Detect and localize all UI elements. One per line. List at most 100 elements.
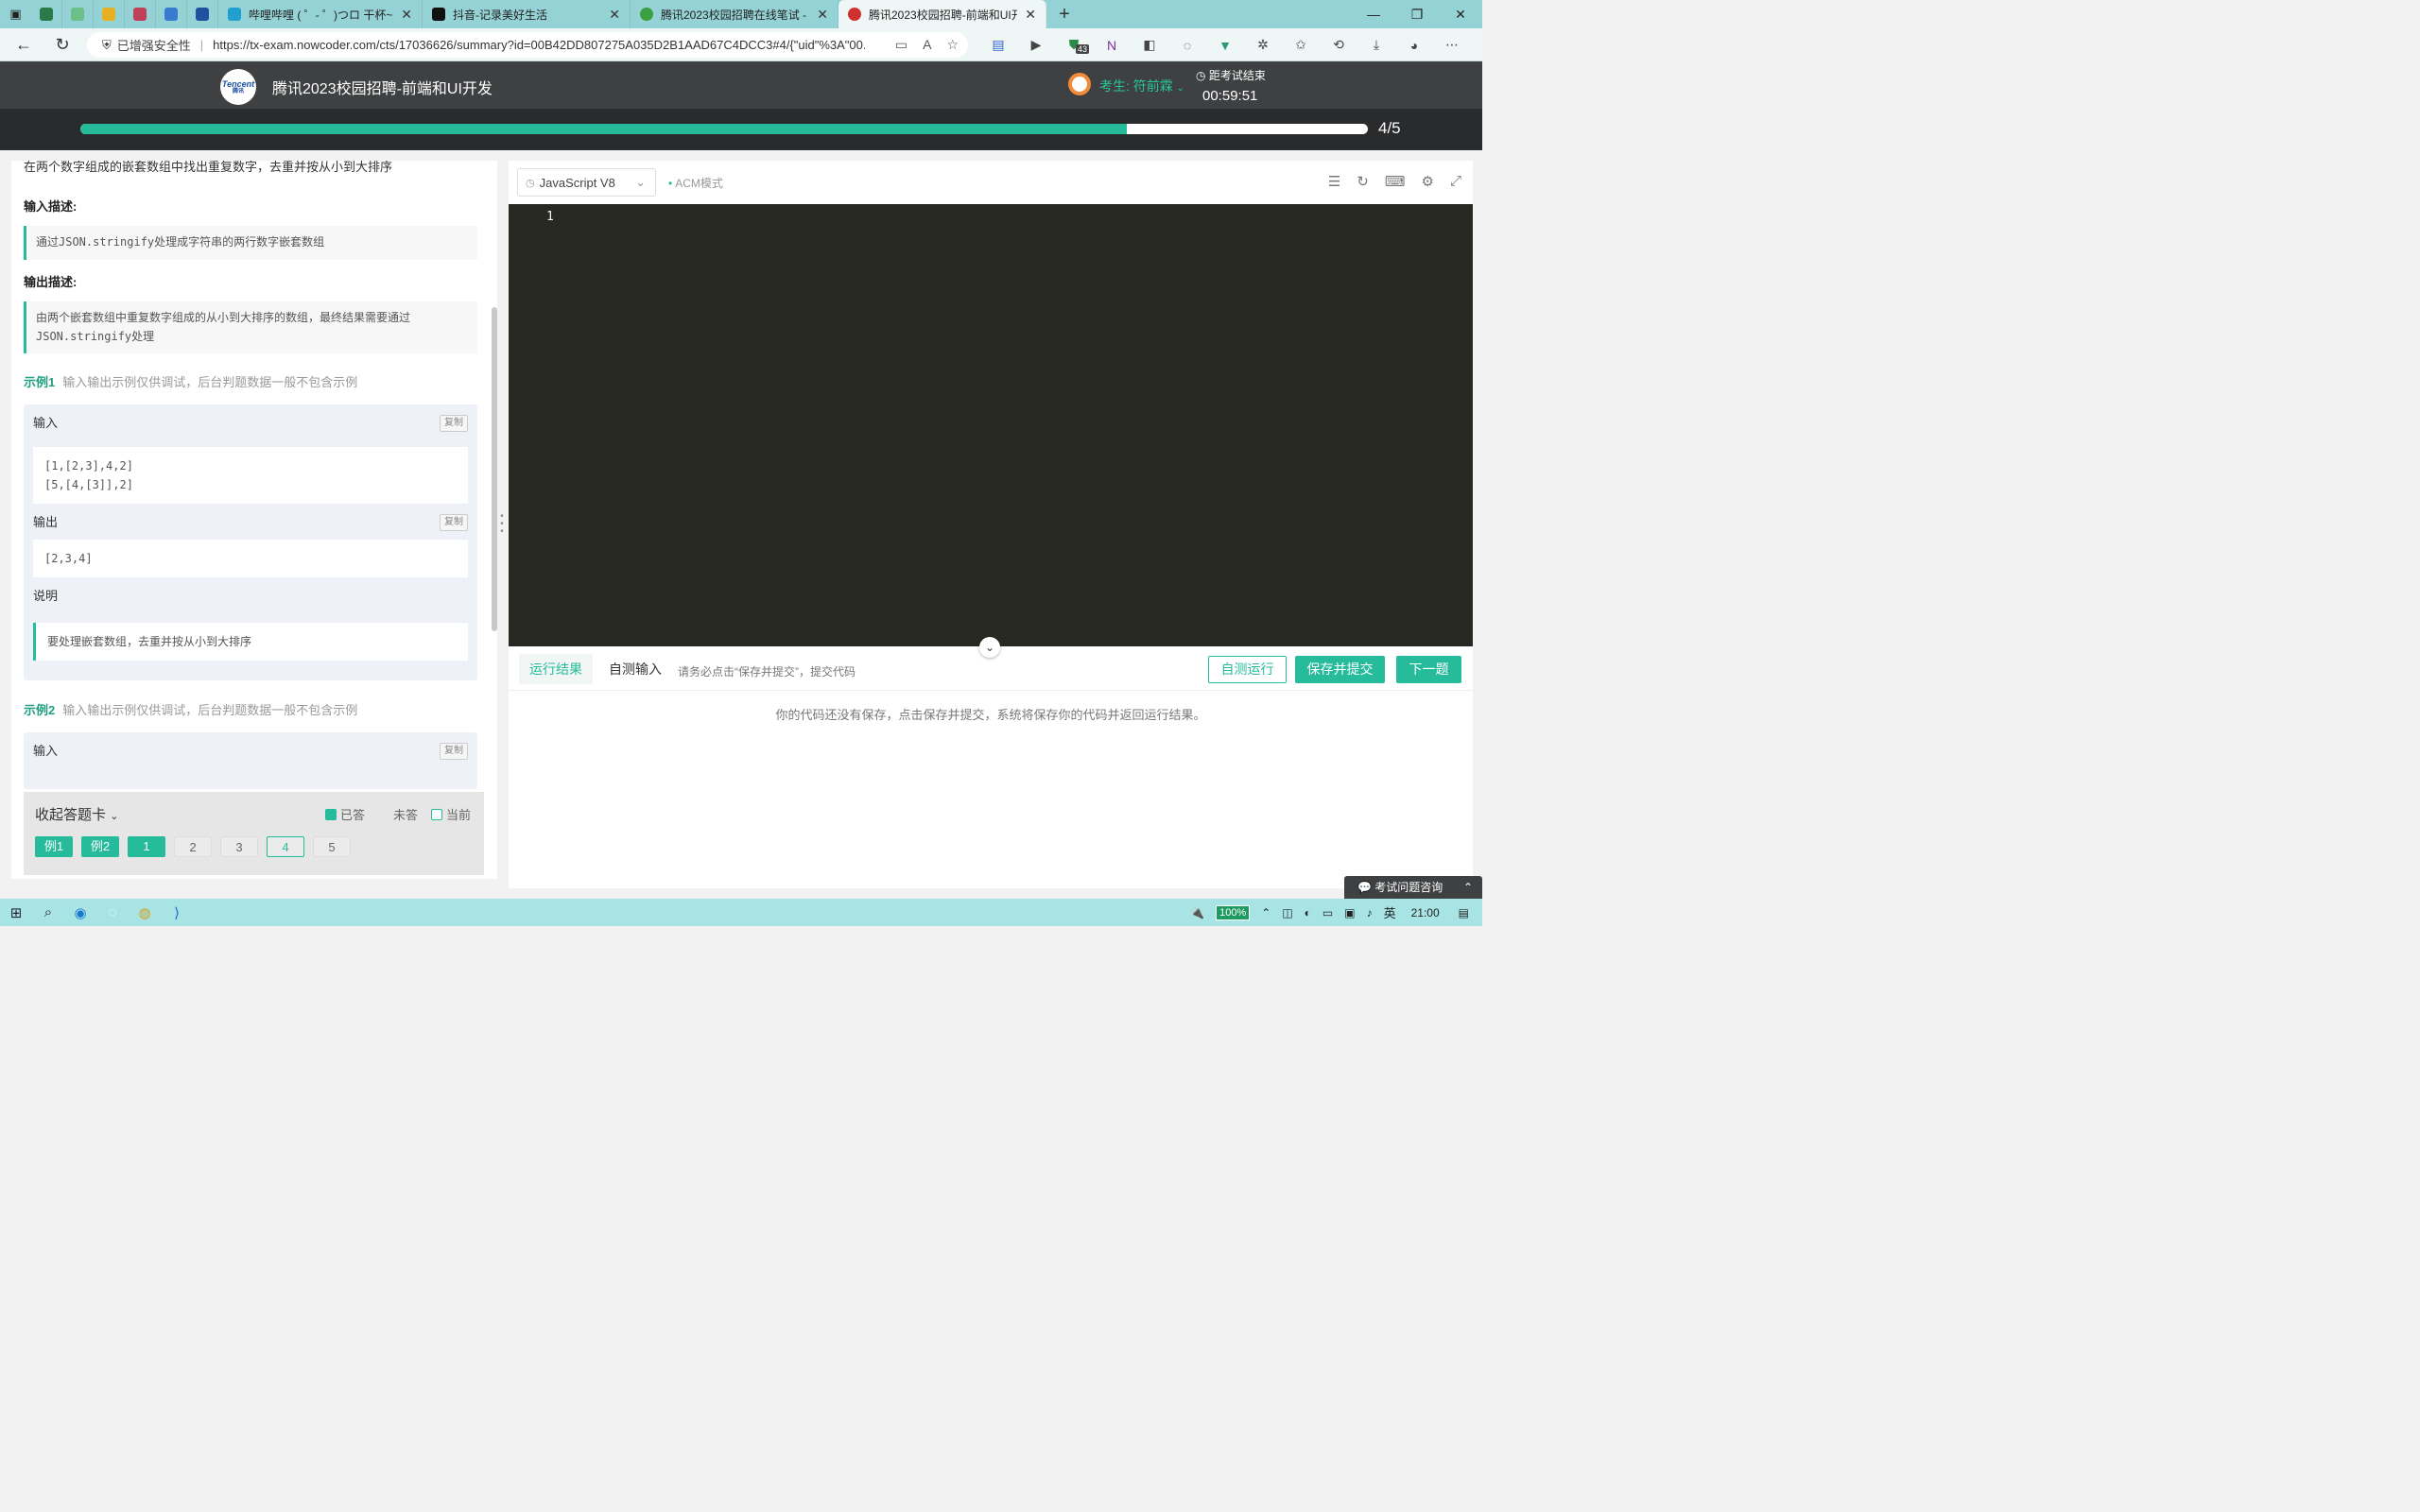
read-aloud-icon[interactable]: A — [923, 37, 931, 53]
tray-app-icon[interactable]: ▭ — [1322, 906, 1333, 919]
battery-indicator[interactable]: 100% — [1216, 904, 1251, 920]
url-input[interactable]: ⛨ 已增强安全性 | https://tx-exam.nowcoder.com/… — [87, 32, 968, 58]
tab-custom-input[interactable]: 自测输入 — [598, 654, 672, 684]
extension-icon[interactable]: ◧ — [1131, 37, 1168, 53]
browser-address-bar: ← ↻ ⛨ 已增强安全性 | https://tx-exam.nowcoder.… — [0, 28, 1482, 61]
question-nav-item[interactable]: 5 — [313, 836, 351, 857]
edge-icon[interactable]: ◉ — [64, 904, 96, 921]
extension-toolbar: ▤ ▶ ⛊ 43 N ◧ ◌ ▼ ✲ ✩ ⟲ ⤓ ◕ ⋯ — [979, 28, 1471, 61]
close-tab-icon[interactable]: ✕ — [1025, 7, 1036, 23]
app-icon[interactable]: ◌ — [96, 904, 129, 920]
windows-start-icon[interactable]: ⊞ — [0, 904, 32, 921]
current-swatch — [430, 808, 442, 820]
ime-indicator[interactable]: 英 — [1384, 903, 1396, 921]
new-tab-icon[interactable]: + — [1050, 4, 1079, 26]
close-tab-icon[interactable]: ✕ — [609, 7, 620, 23]
code-editor[interactable]: 1 — [509, 204, 1473, 646]
chevron-up-icon[interactable]: ⌃ — [1261, 906, 1270, 919]
exam-help-button[interactable]: 💬 考试问题咨询 ⌃ — [1344, 876, 1482, 899]
network-icon[interactable]: ▣ — [1344, 906, 1355, 919]
copy-output-button[interactable]: 复制 — [440, 514, 468, 531]
avatar[interactable]: ◕ — [1395, 38, 1433, 53]
close-tab-icon[interactable]: ✕ — [401, 7, 412, 23]
back-icon[interactable]: ← — [5, 35, 43, 55]
more-menu-icon[interactable]: ⋯ — [1433, 37, 1471, 53]
progress-text: 4/5 — [1378, 119, 1401, 137]
copy-input-button[interactable]: 复制 — [440, 415, 468, 432]
minimize-icon[interactable]: — — [1352, 0, 1395, 28]
panel-resize-handle[interactable]: • • • — [500, 512, 504, 541]
list-icon[interactable]: ☰ — [1328, 173, 1340, 190]
reset-icon[interactable]: ↻ — [1357, 173, 1369, 190]
pinned-tab-4[interactable] — [125, 0, 156, 28]
vue-devtools-icon[interactable]: ▼ — [1206, 38, 1244, 53]
notification-icon[interactable]: ▤ — [1459, 906, 1469, 919]
favorite-add-icon[interactable]: ☆ — [946, 37, 959, 53]
help-label: 考试问题咨询 — [1374, 881, 1443, 894]
tab-run-result[interactable]: 运行结果 — [519, 654, 593, 684]
chrome-icon[interactable]: ◍ — [129, 904, 161, 921]
maximize-icon[interactable]: ❐ — [1395, 0, 1439, 28]
tab-bilibili[interactable]: 哔哩哔哩 ( ゜- ゜)つロ 干杯~-bilibili ✕ — [218, 0, 423, 28]
volume-icon[interactable]: ♪ — [1367, 906, 1373, 919]
extension-badge-icon[interactable]: ⛊ 43 — [1055, 37, 1093, 54]
question-nav-item[interactable]: 例2 — [81, 836, 119, 857]
pinned-tab-6[interactable] — [187, 0, 218, 28]
example-output-label-row: 输出 复制 — [33, 504, 468, 541]
collapse-answer-card-button[interactable]: 收起答题卡 ⌄ — [35, 804, 118, 824]
security-label: 已增强安全性 — [116, 39, 191, 53]
question-nav-item[interactable]: 4 — [267, 836, 304, 857]
keyboard-icon[interactable]: ⌨ — [1385, 173, 1406, 190]
bilibili-icon — [228, 8, 241, 21]
candidate-menu[interactable]: 考生: 符前霖 ⌄ — [1099, 77, 1184, 95]
tab-nowcoder-exam[interactable]: 腾讯2023校园招聘-前端和UI开发 ✕ — [838, 0, 1046, 28]
search-icon[interactable]: ⌕ — [32, 904, 64, 920]
clock-icon: ◷ — [1196, 69, 1206, 82]
tray-app-icon[interactable]: ◫ — [1282, 906, 1292, 919]
vscode-icon[interactable]: ⟩ — [161, 904, 193, 921]
question-nav-item[interactable]: 2 — [174, 836, 212, 857]
problem-scrollbar[interactable] — [492, 307, 497, 631]
fullscreen-icon[interactable]: ⤢ — [1450, 173, 1461, 190]
self-test-button[interactable]: 自测运行 — [1208, 656, 1287, 683]
tab-actions-icon[interactable]: ▣ — [0, 0, 31, 28]
pinned-tab-3[interactable] — [94, 0, 125, 28]
copy-input-button[interactable]: 复制 — [440, 743, 468, 760]
window-controls: — ❐ ✕ — [1352, 0, 1482, 28]
extension-icon[interactable]: ▤ — [979, 37, 1017, 53]
favorites-icon[interactable]: ✩ — [1282, 37, 1320, 53]
extension-icon[interactable]: ◌ — [1168, 38, 1206, 53]
camera-icon[interactable]: ▭ — [895, 37, 908, 53]
tab-douyin[interactable]: 抖音-记录美好生活 ✕ — [423, 0, 631, 28]
pinned-tab-5[interactable] — [156, 0, 187, 28]
tab-qq-exam[interactable]: 腾讯2023校园招聘在线笔试 - QQ ✕ — [631, 0, 838, 28]
question-nav-item[interactable]: 例1 — [35, 836, 73, 857]
question-nav-item[interactable]: 3 — [220, 836, 258, 857]
clock-time[interactable]: 21:00 — [1411, 906, 1440, 919]
question-nav: 例1 例2 1 2 3 4 5 — [35, 836, 351, 857]
answer-card: 收起答题卡 ⌄ 已答 未答 当前 例1 例2 1 2 3 4 5 — [24, 792, 484, 875]
example2-title: 示例2 — [24, 703, 56, 717]
output-desc: 由两个嵌套数组中重复数字组成的从小到大排序的数组，最终结果需要通过 JSON.s… — [24, 301, 477, 353]
next-question-button[interactable]: 下一题 — [1396, 656, 1461, 683]
close-tab-icon[interactable]: ✕ — [817, 7, 828, 23]
refresh-icon[interactable]: ↻ — [43, 35, 81, 55]
pinned-tab-2[interactable] — [62, 0, 94, 28]
example-explain-label: 说明 — [33, 589, 59, 603]
pinned-tab-1[interactable] — [31, 0, 62, 28]
code-line: [1,[2,3],4,2] — [44, 459, 133, 472]
play-icon[interactable]: ▶ — [1017, 37, 1055, 53]
language-value: JavaScript V8 — [539, 175, 615, 190]
qq-icon[interactable]: ◐ — [1305, 906, 1311, 919]
extensions-puzzle-icon[interactable]: ✲ — [1244, 37, 1282, 53]
exam-title: 腾讯2023校园招聘-前端和UI开发 — [272, 81, 493, 97]
close-window-icon[interactable]: ✕ — [1439, 0, 1482, 28]
settings-gear-icon[interactable]: ⚙ — [1422, 173, 1434, 190]
language-select[interactable]: ◷ JavaScript V8 ⌄ — [517, 168, 656, 197]
onenote-icon[interactable]: N — [1093, 38, 1131, 53]
history-icon[interactable]: ⟲ — [1320, 37, 1357, 53]
save-submit-button[interactable]: 保存并提交 — [1295, 656, 1385, 683]
download-icon[interactable]: ⤓ — [1357, 37, 1395, 53]
chevron-up-icon: ⌃ — [1462, 881, 1473, 894]
question-nav-item[interactable]: 1 — [128, 836, 165, 857]
